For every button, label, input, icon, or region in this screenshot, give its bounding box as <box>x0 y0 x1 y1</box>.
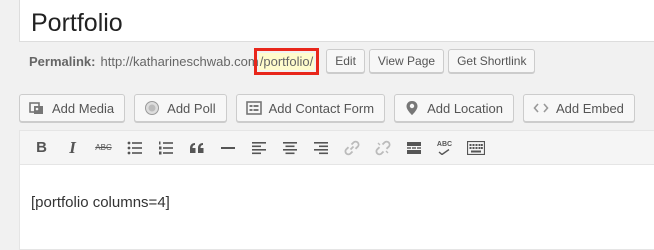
keyboard-icon <box>466 140 485 155</box>
quote-icon <box>189 142 203 153</box>
add-media-button[interactable]: Add Media <box>19 94 126 122</box>
post-title: Portfolio <box>31 9 123 37</box>
permalink-slash-after: / <box>309 53 314 69</box>
read-more-icon <box>406 141 421 154</box>
editor: B I ABC ABC [portfolio columns=4] <box>19 130 654 250</box>
numbered-list-button[interactable] <box>150 134 181 162</box>
permalink-label: Permalink: <box>29 53 96 69</box>
permalink-slug[interactable]: /portfolio/ <box>253 47 320 75</box>
embed-icon <box>532 99 550 117</box>
add-contact-form-button[interactable]: Add Contact Form <box>235 94 386 122</box>
view-page-button[interactable]: View Page <box>368 49 445 73</box>
media-icon <box>28 99 46 117</box>
toolbar-toggle-button[interactable] <box>460 134 491 162</box>
align-right-icon <box>313 141 328 154</box>
blockquote-button[interactable] <box>181 134 212 162</box>
unlink-icon <box>375 140 390 155</box>
add-location-button[interactable]: Add Location <box>394 94 514 122</box>
horizontal-line-button[interactable] <box>212 134 243 162</box>
location-pin-icon <box>403 99 421 117</box>
permalink-row: Permalink: http://katharineschwab.com /p… <box>29 47 536 75</box>
remove-link-button[interactable] <box>367 134 398 162</box>
bullet-list-button[interactable] <box>119 134 150 162</box>
add-location-label: Add Location <box>427 100 503 116</box>
read-more-button[interactable] <box>398 134 429 162</box>
insert-link-button[interactable] <box>336 134 367 162</box>
media-buttons: Add Media Add Poll Add Contact Form Add … <box>19 94 644 122</box>
spellcheck-button[interactable]: ABC <box>429 134 460 162</box>
align-left-icon <box>251 141 266 154</box>
horizontal-line-icon <box>220 146 235 149</box>
editor-toolbar: B I ABC ABC <box>20 131 654 165</box>
spellcheck-label: ABC <box>436 140 453 148</box>
post-title-field[interactable]: Portfolio <box>19 0 654 42</box>
contact-form-icon <box>245 99 263 117</box>
permalink-slug-text: portfolio <box>263 53 310 69</box>
numbered-list-icon <box>158 141 173 154</box>
strikethrough-icon: ABC <box>95 143 112 152</box>
add-embed-button[interactable]: Add Embed <box>522 94 635 122</box>
italic-button[interactable]: I <box>57 134 88 162</box>
italic-icon: I <box>69 137 76 157</box>
poll-icon <box>143 99 161 117</box>
add-embed-label: Add Embed <box>555 100 624 116</box>
spellcheck-icon: ABC <box>437 141 452 155</box>
link-icon <box>344 140 359 155</box>
add-poll-label: Add Poll <box>167 100 216 116</box>
strikethrough-button[interactable]: ABC <box>88 134 119 162</box>
add-poll-button[interactable]: Add Poll <box>134 94 227 122</box>
editor-content[interactable]: [portfolio columns=4] <box>31 194 170 211</box>
get-shortlink-button[interactable]: Get Shortlink <box>448 49 536 73</box>
edit-permalink-button[interactable]: Edit <box>326 49 365 73</box>
align-right-button[interactable] <box>305 134 336 162</box>
permalink-host: http://katharineschwab.com <box>100 53 259 69</box>
bold-button[interactable]: B <box>26 134 57 162</box>
add-media-label: Add Media <box>52 100 115 116</box>
align-left-button[interactable] <box>243 134 274 162</box>
bullet-list-icon <box>127 141 142 154</box>
align-center-icon <box>282 141 297 154</box>
align-center-button[interactable] <box>274 134 305 162</box>
add-contact-form-label: Add Contact Form <box>268 100 375 116</box>
